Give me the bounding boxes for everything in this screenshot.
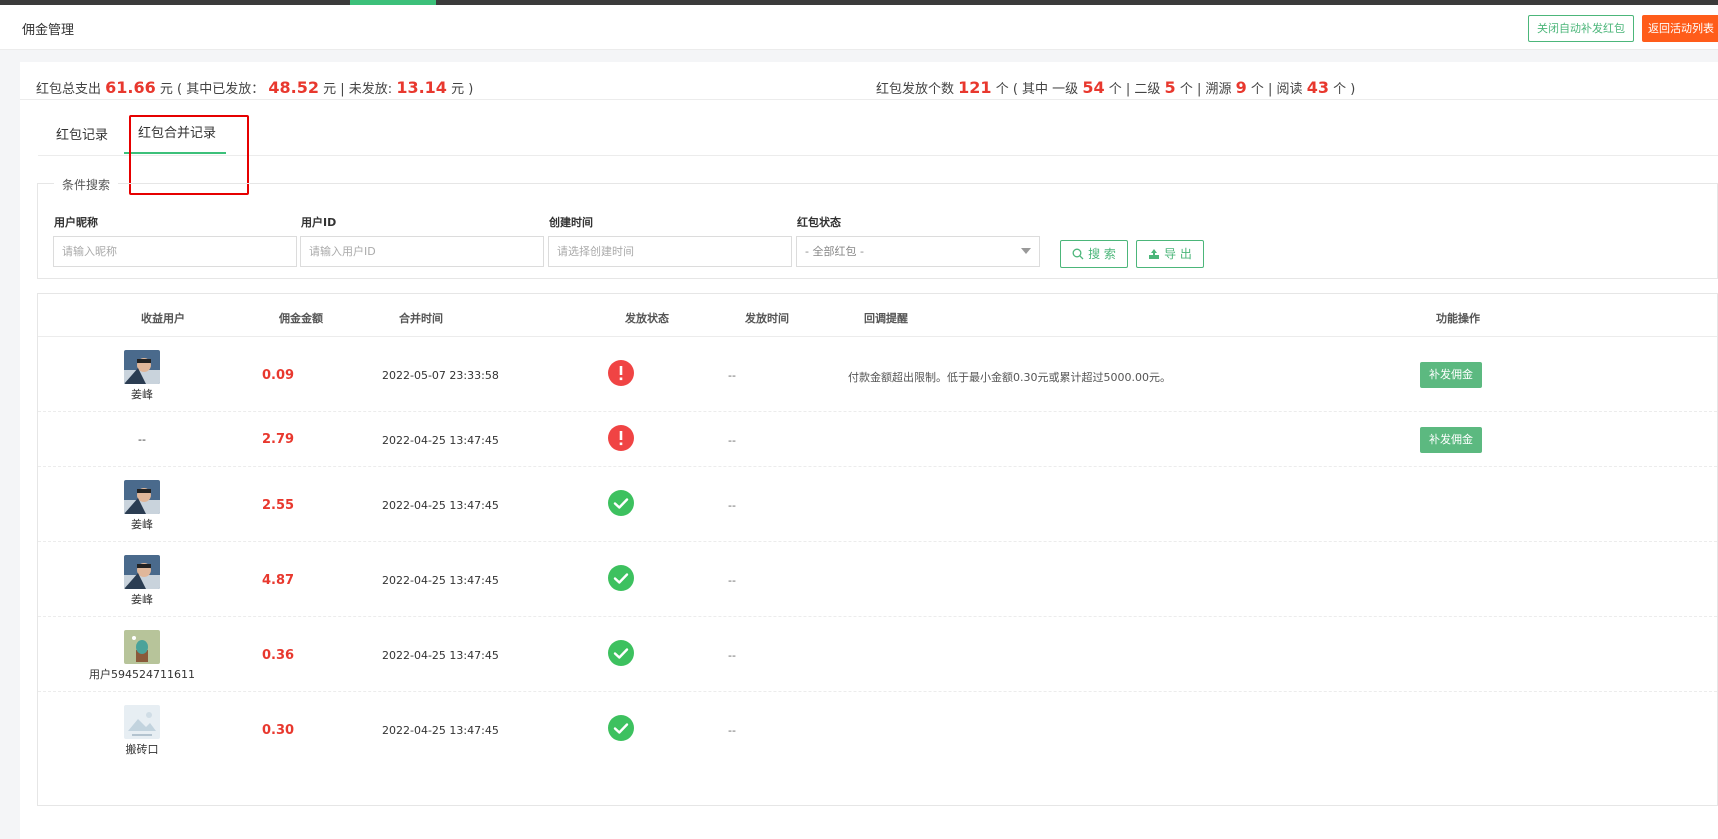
reissue-commission-button[interactable]: 补发佣金 (1420, 362, 1482, 388)
merge-time: 2022-04-25 13:47:45 (382, 649, 499, 662)
created-time-label: 创建时间 (549, 216, 593, 229)
back-to-activity-list-button[interactable]: 返回活动列表 (1642, 15, 1718, 42)
search-button[interactable]: 搜 索 (1060, 240, 1128, 268)
amount-value: 0.36 (262, 648, 295, 663)
table-row: 姜峰 0.09 2022-05-07 23:33:58 -- 付款金额超出限制。… (38, 337, 1717, 412)
amount-value: 0.09 (262, 368, 295, 383)
stats-row: 红包总支出 61.66 元 ( 其中已发放： 48.52 元 | 未发放: 13… (20, 72, 1718, 100)
export-icon (1149, 249, 1160, 259)
created-time-input[interactable]: 请选择创建时间 (548, 236, 792, 267)
avatar (124, 350, 160, 384)
status-label: 红包状态 (797, 216, 841, 229)
success-check-icon (608, 490, 634, 516)
main-panel: 红包总支出 61.66 元 ( 其中已发放： 48.52 元 | 未发放: 13… (20, 62, 1718, 839)
callback-note: 付款金额超出限制。低于最小金额0.30元或累计超过5000.00元。 (848, 371, 1171, 384)
merge-time: 2022-04-25 13:47:45 (382, 499, 499, 512)
avatar (124, 555, 160, 589)
send-time: -- (728, 499, 736, 512)
avatar (124, 630, 160, 664)
search-icon (1072, 248, 1084, 260)
col-header-callback: 回调提醒 (864, 312, 908, 325)
error-icon (608, 360, 634, 386)
amount-value: 2.55 (262, 498, 295, 513)
avatar (124, 480, 160, 514)
col-header-status: 发放状态 (625, 312, 669, 325)
total-expense-value: 61.66 (105, 78, 156, 97)
count-summary: 红包发放个数 121 个 ( 其中 一级 54 个 | 二级 5 个 | 溯源 … (876, 78, 1356, 97)
search-panel: 条件搜索 用户昵称 请输入昵称 用户ID 请输入用户ID 创建时间 请选择创建时… (37, 176, 1718, 279)
merge-records-table: 收益用户 佣金金额 合并时间 发放状态 发放时间 回调提醒 功能操作 姜峰 0.… (37, 293, 1718, 806)
table-row: 用户594524711611 0.36 2022-04-25 13:47:45 … (38, 617, 1717, 692)
success-check-icon (608, 565, 634, 591)
send-time: -- (728, 574, 736, 587)
merge-time: 2022-04-25 13:47:45 (382, 724, 499, 737)
merge-time: 2022-04-25 13:47:45 (382, 574, 499, 587)
tab-redpacket-records[interactable]: 红包记录 (56, 124, 108, 143)
col-header-actions: 功能操作 (1436, 312, 1480, 325)
userid-label: 用户ID (301, 216, 337, 229)
nickname-input[interactable]: 请输入昵称 (53, 236, 297, 267)
user-name: -- (138, 433, 146, 446)
table-row: 姜峰 2.55 2022-04-25 13:47:45 -- (38, 467, 1717, 542)
search-legend: 条件搜索 (54, 176, 119, 193)
merge-time: 2022-04-25 13:47:45 (382, 434, 499, 447)
nickname-label: 用户昵称 (54, 216, 98, 229)
user-name: 搬砖口 (125, 743, 159, 756)
col-header-user: 收益用户 (141, 312, 185, 325)
table-row: 姜峰 4.87 2022-04-25 13:47:45 -- (38, 542, 1717, 617)
user-name: 姜峰 (131, 388, 153, 401)
level2-value: 5 (1164, 78, 1176, 97)
level1-value: 54 (1082, 78, 1105, 97)
avatar (124, 705, 160, 739)
merge-time: 2022-05-07 23:33:58 (382, 369, 499, 382)
expense-summary: 红包总支出 61.66 元 ( 其中已发放： 48.52 元 | 未发放: 13… (36, 78, 474, 97)
send-time: -- (728, 724, 736, 737)
close-auto-reissue-button[interactable]: 关闭自动补发红包 (1528, 15, 1634, 42)
success-check-icon (608, 715, 634, 741)
user-name: 姜峰 (131, 518, 153, 531)
count-value: 121 (958, 78, 992, 97)
success-check-icon (608, 640, 634, 666)
status-select[interactable]: - 全部红包 - (796, 236, 1040, 267)
user-name: 姜峰 (131, 593, 153, 606)
page-title: 佣金管理 (22, 23, 75, 38)
col-header-merge-time: 合并时间 (399, 312, 443, 325)
status-select-value: - 全部红包 - (805, 245, 864, 258)
chevron-down-icon (1021, 248, 1031, 254)
page-header: 佣金管理 关闭自动补发红包 返回活动列表 (0, 5, 1718, 50)
trace-value: 9 (1235, 78, 1247, 97)
table-row: -- 2.79 2022-04-25 13:47:45 -- 补发佣金 (38, 412, 1717, 467)
error-icon (608, 425, 634, 451)
amount-value: 4.87 (262, 573, 295, 588)
reissue-commission-button[interactable]: 补发佣金 (1420, 427, 1482, 453)
read-value: 43 (1306, 78, 1329, 97)
userid-input[interactable]: 请输入用户ID (300, 236, 544, 267)
amount-value: 0.30 (262, 723, 295, 738)
tab-bar: 红包记录 红包合并记录 (38, 112, 1718, 156)
col-header-amount: 佣金金额 (279, 312, 323, 325)
unsent-value: 13.14 (396, 78, 447, 97)
user-name: 用户594524711611 (89, 668, 195, 681)
send-time: -- (728, 369, 736, 382)
send-time: -- (728, 649, 736, 662)
amount-value: 2.79 (262, 432, 295, 447)
table-row: 搬砖口 0.30 2022-04-25 13:47:45 -- (38, 692, 1717, 767)
col-header-send-time: 发放时间 (745, 312, 789, 325)
sent-value: 48.52 (268, 78, 319, 97)
send-time: -- (728, 434, 736, 447)
export-button[interactable]: 导 出 (1136, 240, 1204, 268)
